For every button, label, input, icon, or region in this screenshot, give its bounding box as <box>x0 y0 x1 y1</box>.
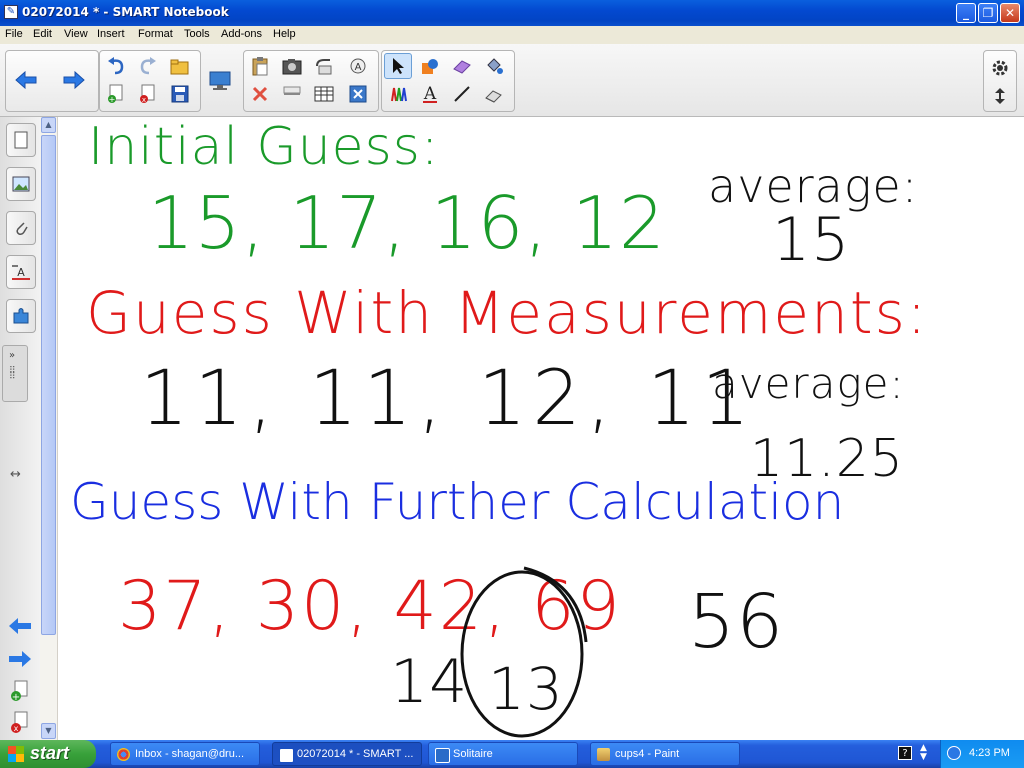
delete-page-icon[interactable]: x <box>134 81 162 107</box>
menu-help[interactable]: Help <box>273 28 296 40</box>
tray-arrows-icon[interactable]: ▲ ▼ <box>920 744 927 762</box>
shapes-icon[interactable] <box>416 53 444 79</box>
move-toolbar-icon[interactable] <box>986 83 1014 109</box>
svg-text:A: A <box>17 266 25 279</box>
next-page-icon[interactable] <box>8 650 32 672</box>
add-ons-icon[interactable] <box>6 299 36 333</box>
scroll-down-icon[interactable]: ▼ <box>41 723 56 739</box>
edit-group: + x <box>99 50 201 112</box>
title-bar: ✎ 02072014 * - SMART Notebook _ ❐ ✕ <box>0 0 1024 26</box>
average-label-2: average: <box>712 359 905 408</box>
taskbar-item-paint[interactable]: cups4 - Paint <box>590 742 740 766</box>
circle-annotation <box>460 566 588 738</box>
minimize-button[interactable]: _ <box>956 3 976 23</box>
heading-guess-further-calculation: Guess With Further Calculation <box>70 473 845 531</box>
heading-guess-with-measurements: Guess With Measurements: <box>86 279 929 347</box>
start-label: start <box>30 743 70 763</box>
redo-icon[interactable] <box>134 53 162 79</box>
close-button[interactable]: ✕ <box>1000 3 1020 23</box>
previous-page-icon[interactable] <box>8 617 32 639</box>
back-arrow-icon[interactable] <box>12 67 40 93</box>
attachments-icon[interactable] <box>6 211 36 245</box>
close-x-icon[interactable] <box>344 81 372 107</box>
system-tray: 4:23 PM <box>940 740 1024 768</box>
window-title: 02072014 * - SMART Notebook <box>22 5 229 19</box>
svg-text:+: + <box>12 692 20 702</box>
text-icon[interactable]: A <box>416 81 444 107</box>
network-icon[interactable] <box>947 746 961 760</box>
help-icon[interactable]: ? <box>898 746 912 760</box>
screen-capture-icon[interactable] <box>278 53 306 79</box>
settings-gear-icon[interactable] <box>986 55 1014 81</box>
chrome-icon <box>117 748 130 761</box>
new-page-icon[interactable]: + <box>102 81 130 107</box>
grip-dots-icon: ⠿ ⠿ <box>9 366 16 382</box>
magic-eraser-icon[interactable] <box>480 81 508 107</box>
smart-notebook-icon <box>279 748 294 763</box>
eraser-icon[interactable] <box>448 53 476 79</box>
fill-icon[interactable] <box>480 53 508 79</box>
paint-icon <box>597 748 610 761</box>
toolbar-options-group <box>983 50 1017 112</box>
drawing-tools-group: A <box>381 50 515 112</box>
double-chevron-icon: » <box>9 350 16 361</box>
undo-redo-icon[interactable] <box>310 53 338 79</box>
smart-notebook-icon: ✎ <box>4 5 18 19</box>
svg-text:x: x <box>142 96 146 104</box>
sidebar-collapse-handle[interactable]: » ⠿ ⠿ <box>2 345 28 402</box>
windows-logo-icon <box>8 746 24 762</box>
display-icon[interactable] <box>206 68 234 94</box>
forward-arrow-icon[interactable] <box>60 67 88 93</box>
save-icon[interactable] <box>166 81 194 107</box>
undo-icon[interactable] <box>102 53 130 79</box>
taskbar: start Inbox - shagan@dru... 02072014 * -… <box>0 740 1024 768</box>
result-value: 56 <box>688 579 785 665</box>
menu-insert[interactable]: Insert <box>97 28 125 40</box>
menu-format[interactable]: Format <box>138 28 173 40</box>
remove-page-icon[interactable]: x <box>10 711 30 739</box>
solitaire-icon <box>435 748 450 763</box>
gallery-icon[interactable] <box>6 167 36 201</box>
average-value-1: 15 <box>772 205 851 275</box>
side-tabs: A » ⠿ ⠿ ↔ + x <box>0 117 41 740</box>
menu-tools[interactable]: Tools <box>184 28 210 40</box>
screen-shade-icon[interactable] <box>278 81 306 107</box>
menu-view[interactable]: View <box>64 28 88 40</box>
properties-icon[interactable]: A <box>6 255 36 289</box>
initial-guess-values: 15, 17, 16, 12 <box>148 181 666 265</box>
taskbar-item-smart-notebook[interactable]: 02072014 * - SMART ... <box>272 742 422 766</box>
toolbar: + x A A <box>0 44 1024 117</box>
delete-icon[interactable] <box>246 81 274 107</box>
taskbar-item-solitaire[interactable]: Solitaire <box>428 742 578 766</box>
vertical-scrollbar[interactable]: ▲ ▼ <box>40 117 58 740</box>
select-arrow-icon[interactable] <box>384 53 412 79</box>
svg-text:x: x <box>14 724 19 733</box>
pens-icon[interactable] <box>384 81 412 107</box>
menu-file[interactable]: File <box>5 28 23 40</box>
scrollbar-thumb[interactable] <box>41 135 56 635</box>
line-icon[interactable] <box>448 81 476 107</box>
menu-add-ons[interactable]: Add-ons <box>221 28 262 40</box>
measurement-values: 11, 11, 12, 11 <box>140 353 756 442</box>
svg-text:A: A <box>355 62 362 73</box>
start-button[interactable]: start <box>0 740 96 768</box>
resize-arrows-icon[interactable]: ↔ <box>10 467 21 482</box>
menu-edit[interactable]: Edit <box>33 28 52 40</box>
page-tools-group: A <box>243 50 379 112</box>
nav-group <box>5 50 99 112</box>
scroll-up-icon[interactable]: ▲ <box>41 117 56 133</box>
taskbar-item-inbox[interactable]: Inbox - shagan@dru... <box>110 742 260 766</box>
page-sorter-icon[interactable] <box>6 123 36 157</box>
heading-initial-guess: Initial Guess: <box>88 117 440 177</box>
maximize-button[interactable]: ❐ <box>978 3 998 23</box>
open-folder-icon[interactable] <box>166 53 194 79</box>
svg-text:+: + <box>109 95 116 104</box>
add-page-icon[interactable]: + <box>10 680 30 706</box>
paste-icon[interactable] <box>246 53 274 79</box>
table-icon[interactable] <box>310 81 338 107</box>
notebook-page[interactable]: Initial Guess: 15, 17, 16, 12 average: 1… <box>40 117 1024 740</box>
menu-bar: File Edit View Insert Format Tools Add-o… <box>0 26 1024 44</box>
clock[interactable]: 4:23 PM <box>969 747 1010 759</box>
spell-check-icon[interactable]: A <box>344 53 372 79</box>
